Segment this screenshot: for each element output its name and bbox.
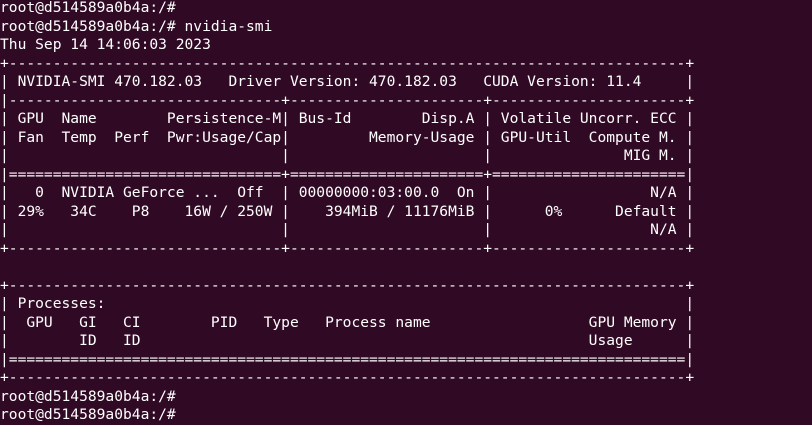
table-divider: |=======================================… bbox=[0, 350, 695, 368]
table-border: +---------------------------------------… bbox=[0, 369, 695, 386]
gpu-row-2: | 29% 34C P8 16W / 250W | 394MiB / 11176… bbox=[0, 202, 695, 220]
gpu-row-3: | | | N/A | bbox=[0, 221, 695, 238]
processes-header-row-1: | GPU GI CI PID Type Process name GPU Me… bbox=[0, 313, 695, 331]
table-divider: |===============================+=======… bbox=[0, 165, 695, 183]
command-line: root@d514589a0b4a:/# nvidia-smi bbox=[0, 17, 273, 35]
prompt-line: root@d514589a0b4a:/# bbox=[0, 387, 176, 405]
gpu-header-row-3: | | | MIG M. | bbox=[0, 147, 695, 164]
processes-header-row-2: | ID ID Usage | bbox=[0, 332, 695, 349]
gpu-header-row-1: | GPU Name Persistence-M| Bus-Id Disp.A … bbox=[0, 110, 695, 127]
processes-title: | Processes: | bbox=[0, 295, 695, 312]
terminal-output[interactable]: root@d514589a0b4a:/# root@d514589a0b4a:/… bbox=[0, 0, 812, 425]
prompt-line-cut-off: root@d514589a0b4a:/# bbox=[0, 406, 176, 423]
version-line: | NVIDIA-SMI 470.182.03 Driver Version: … bbox=[0, 73, 695, 90]
table-border: +-------------------------------+-------… bbox=[0, 239, 695, 257]
table-border: +---------------------------------------… bbox=[0, 54, 695, 72]
timestamp-line: Thu Sep 14 14:06:03 2023 bbox=[0, 36, 211, 53]
gpu-row-1: | 0 NVIDIA GeForce ... Off | 00000000:03… bbox=[0, 184, 695, 201]
prompt-line: root@d514589a0b4a:/# bbox=[0, 0, 176, 16]
table-divider: |-------------------------------+-------… bbox=[0, 91, 695, 109]
table-border: +---------------------------------------… bbox=[0, 276, 695, 294]
gpu-header-row-2: | Fan Temp Perf Pwr:Usage/Cap| Memory-Us… bbox=[0, 128, 695, 146]
